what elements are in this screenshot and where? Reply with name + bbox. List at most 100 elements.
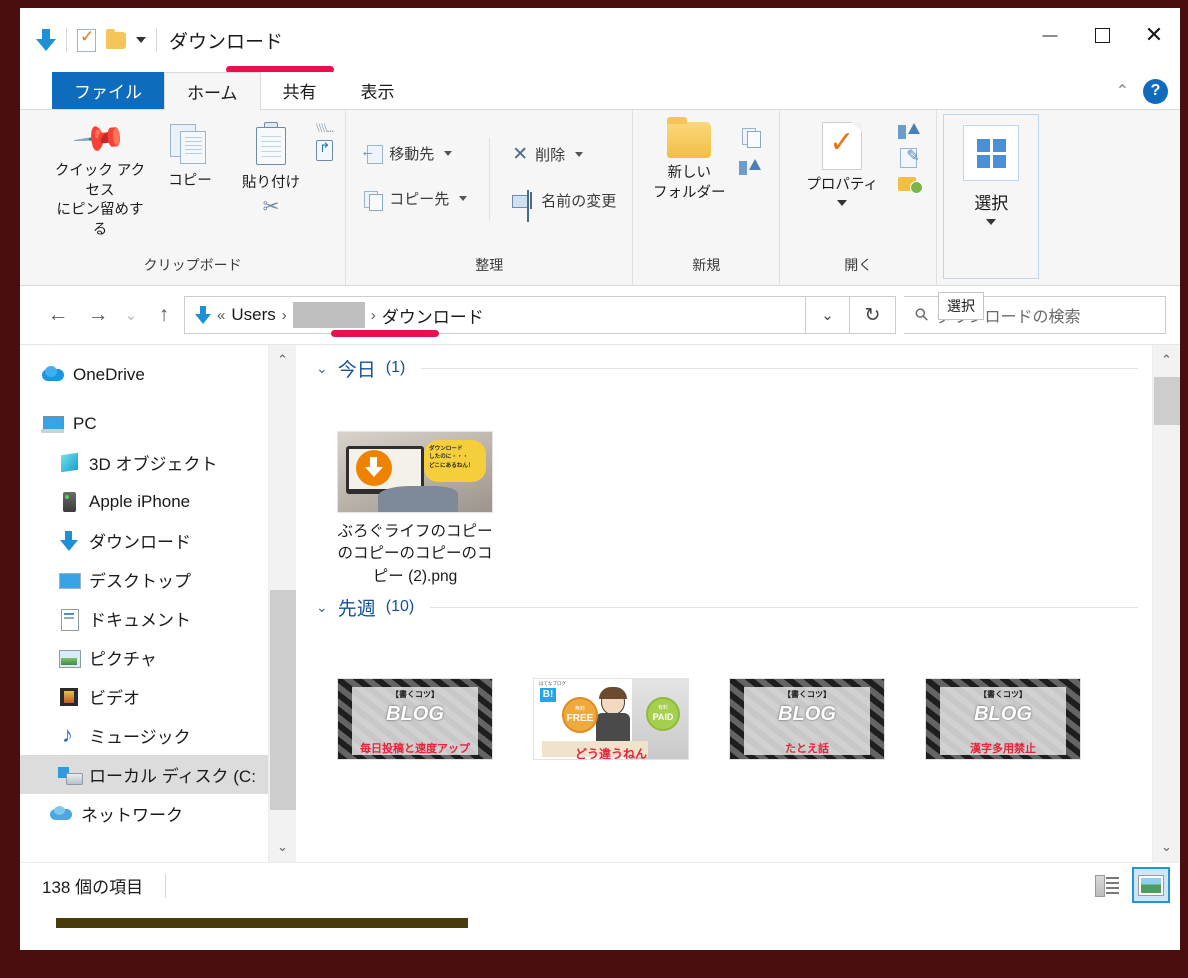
minimize-icon: — xyxy=(1042,26,1058,44)
tab-home[interactable]: ホーム xyxy=(164,72,261,110)
breadcrumb[interactable]: « Users › › ダウンロード xyxy=(184,296,806,334)
breadcrumb-downloads[interactable]: ダウンロード xyxy=(382,303,484,328)
horizontal-scrollbar[interactable] xyxy=(20,918,1180,932)
quick-access-toolbar xyxy=(36,27,157,52)
paste-shortcut-icon[interactable] xyxy=(316,140,334,161)
delete-label: 削除 xyxy=(535,147,566,164)
list-item[interactable]: 【書くコツ】 BLOG 漢字多用禁止 xyxy=(924,678,1082,761)
up-button[interactable]: ↑ xyxy=(144,295,184,335)
copy-path-icon[interactable]: \\\\... xyxy=(316,120,334,136)
collapse-ribbon-icon[interactable]: ⌃ xyxy=(1116,81,1129,101)
ribbon-group-clipboard: 📌 クイック アクセス にピン留めする コピー 貼り付け ✂ \\\\... ↱… xyxy=(40,110,347,285)
back-button[interactable]: ← xyxy=(38,295,78,335)
tab-file[interactable]: ファイル xyxy=(52,72,164,109)
close-button[interactable]: ✕ xyxy=(1128,8,1180,62)
scroll-up-icon[interactable]: ⌃ xyxy=(269,345,296,375)
sidebar-item-downloads[interactable]: ダウンロード xyxy=(20,521,268,560)
address-dropdown-button[interactable]: ⌄ xyxy=(806,296,850,334)
organize-items: 移動先 コピー先 ✕ 削除 xyxy=(358,138,620,255)
large-icons-view-button[interactable] xyxy=(1132,867,1170,903)
details-view-button[interactable] xyxy=(1088,867,1126,903)
sidebar-item-3d-objects[interactable]: 3D オブジェクト xyxy=(20,443,268,482)
paste-button[interactable]: 貼り付け ✂ xyxy=(232,116,310,219)
group-header-today[interactable]: ⌄ 今日 (1) xyxy=(310,345,1152,381)
maximize-button[interactable] xyxy=(1076,8,1128,62)
recent-locations-button[interactable]: ⌄ xyxy=(118,295,144,335)
group-header-last-week[interactable]: ⌄ 先週 (10) xyxy=(310,588,1152,622)
chevron-down-icon[interactable] xyxy=(986,219,997,225)
new-small-buttons xyxy=(739,116,767,178)
sidebar-item-onedrive[interactable]: OneDrive xyxy=(20,355,268,394)
sidebar-item-pc[interactable]: PC xyxy=(20,404,268,443)
sidebar-item-local-disk[interactable]: ローカル ディスク (C: xyxy=(20,755,268,794)
shortcut-icon[interactable] xyxy=(739,158,762,178)
move-to-button[interactable]: 移動先 xyxy=(358,138,471,169)
file-tiles-today: ダウンロード したのに・・・ どこにあるねん！ ぶろぐライフのコピーのコピーのコピー… xyxy=(310,379,1152,588)
breadcrumb-overflow-icon[interactable]: « xyxy=(217,307,225,324)
minimize-button[interactable]: — xyxy=(1024,8,1076,62)
nav-pane-scrollbar[interactable]: ⌃ ⌄ xyxy=(268,345,296,862)
list-item[interactable]: ダウンロード したのに・・・ どこにあるねん！ ぶろぐライフのコピーのコピーのコピー… xyxy=(336,431,494,588)
scroll-up-icon[interactable]: ⌃ xyxy=(1153,345,1180,375)
sidebar-item-music[interactable]: ミュージック xyxy=(20,716,268,755)
sidebar-label: ネットワーク xyxy=(81,806,183,825)
content-scrollbar[interactable]: ⌃ ⌄ xyxy=(1152,345,1180,862)
sidebar-item-videos[interactable]: ビデオ xyxy=(20,677,268,716)
scrollbar-thumb[interactable] xyxy=(1154,377,1180,425)
breadcrumb-underline-annotation xyxy=(331,330,439,337)
copy-to-button[interactable]: コピー先 xyxy=(358,183,471,214)
chevron-down-icon xyxy=(444,151,453,156)
sidebar-item-pictures[interactable]: ピクチャ xyxy=(20,638,268,677)
pc-icon xyxy=(41,413,64,435)
sidebar-item-network[interactable]: ネットワーク xyxy=(20,794,268,833)
sidebar-item-desktop[interactable]: デスクトップ xyxy=(20,560,268,599)
delete-button[interactable]: ✕ 削除 xyxy=(508,138,620,171)
refresh-button[interactable]: ↻ xyxy=(850,296,896,334)
scroll-down-icon[interactable]: ⌄ xyxy=(269,832,296,862)
file-explorer-window: ダウンロード — ✕ ファイル ホーム 共有 表示 ⌃ ? xyxy=(0,0,1188,978)
pin-to-quick-access-button[interactable]: 📌 クイック アクセス にピン留めする xyxy=(52,111,148,240)
copy-label: コピー xyxy=(168,173,212,189)
list-item[interactable]: 【書くコツ】 BLOG たとえ話 xyxy=(728,678,886,761)
folder-icon[interactable] xyxy=(106,28,126,49)
tab-share[interactable]: 共有 xyxy=(261,72,339,109)
copy-button[interactable]: コピー xyxy=(154,116,226,192)
list-item[interactable]: はてなブログ B! 無料 FREE 有料 PAID どう違うねん xyxy=(532,678,690,761)
copy-to-label: コピー先 xyxy=(389,191,450,208)
chevron-down-icon[interactable] xyxy=(837,199,848,206)
file-list-view[interactable]: ⌄ 今日 (1) ダウンロード したのに・・・ どこにあるねん！ ぶろぐライフのコピ… xyxy=(296,345,1152,862)
customize-caret-icon[interactable] xyxy=(136,37,146,43)
main-area: OneDrive PC 3D オブジェクト Apple iPhone ダウンロー… xyxy=(20,344,1180,862)
edit-icon[interactable] xyxy=(898,146,920,169)
chevron-down-icon[interactable]: ⌄ xyxy=(316,599,328,616)
cut-scissors-icon[interactable]: ✂ xyxy=(263,194,280,219)
history-icon[interactable] xyxy=(898,174,924,194)
rename-button[interactable]: 名前の変更 xyxy=(508,185,620,216)
list-item[interactable]: 【書くコツ】 BLOG 毎日投稿と速度アップ xyxy=(336,678,494,761)
horizontal-scrollbar-thumb[interactable] xyxy=(56,918,468,928)
help-button[interactable]: ? xyxy=(1143,78,1168,104)
group-count: (10) xyxy=(385,598,415,616)
file-thumbnail: 【書くコツ】 BLOG 毎日投稿と速度アップ xyxy=(337,678,493,761)
sidebar-item-documents[interactable]: ドキュメント xyxy=(20,599,268,638)
open-small-buttons xyxy=(898,116,924,194)
group-label-open: 開く xyxy=(844,257,873,273)
breadcrumb-username-redacted[interactable] xyxy=(292,302,365,328)
tab-view[interactable]: 表示 xyxy=(339,72,417,109)
sidebar-label: ダウンロード xyxy=(89,533,191,552)
open-icon[interactable] xyxy=(898,122,921,142)
scrollbar-thumb[interactable] xyxy=(270,590,296,810)
chevron-down-icon[interactable]: ⌄ xyxy=(316,360,328,377)
breadcrumb-users[interactable]: Users xyxy=(231,305,275,325)
properties-icon[interactable] xyxy=(77,27,96,52)
properties-button[interactable]: プロパティ xyxy=(792,116,892,206)
window-controls: — ✕ xyxy=(1024,8,1180,62)
scroll-down-icon[interactable]: ⌄ xyxy=(1153,832,1180,862)
new-item-icon[interactable] xyxy=(740,126,762,148)
ribbon-group-select[interactable]: 選択 xyxy=(943,114,1040,279)
forward-button[interactable]: → xyxy=(78,295,118,335)
paste-label: 貼り付け xyxy=(242,175,300,191)
new-folder-button[interactable]: 新しい フォルダー xyxy=(645,116,733,203)
properties-label: プロパティ xyxy=(806,177,879,193)
sidebar-item-apple-iphone[interactable]: Apple iPhone xyxy=(20,482,268,521)
